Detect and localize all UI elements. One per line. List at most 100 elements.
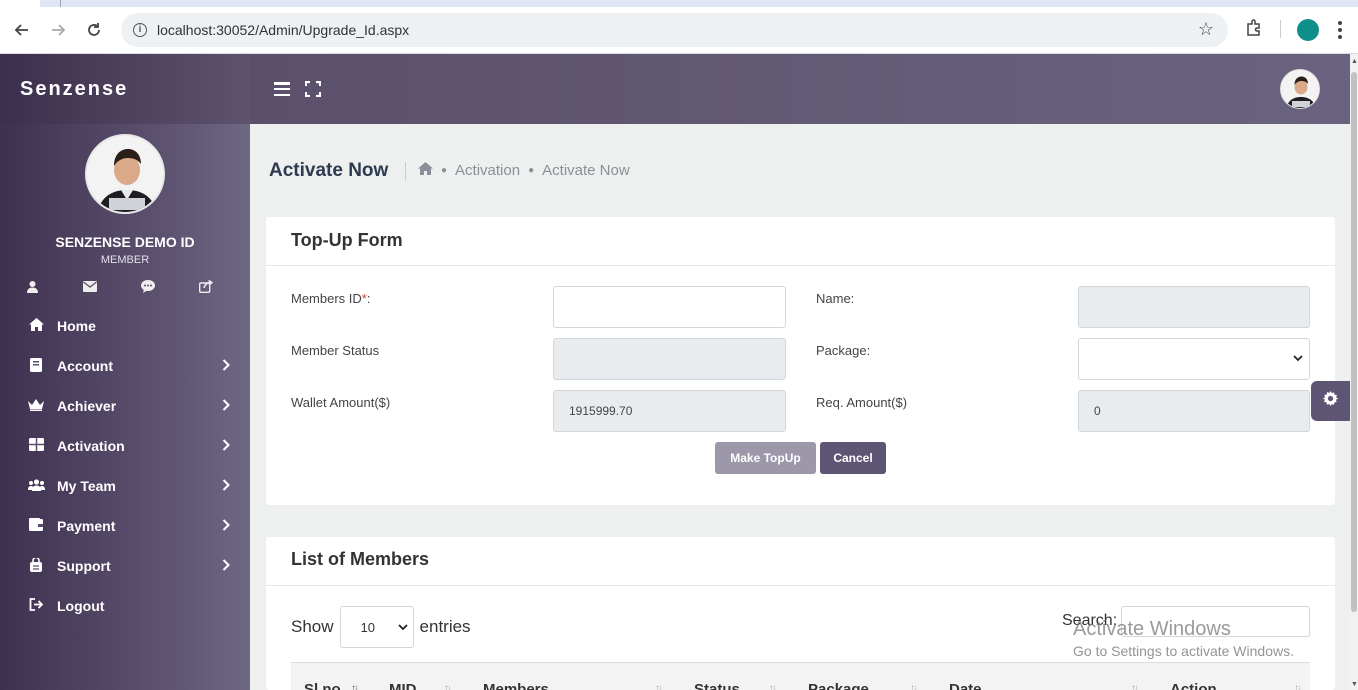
- members-id-input[interactable]: [553, 286, 786, 328]
- chevron-down-icon: [397, 620, 408, 634]
- page-scrollbar[interactable]: ▲ ▼: [1350, 54, 1358, 690]
- browser-menu-icon[interactable]: [1333, 19, 1347, 41]
- active-tab[interactable]: [0, 0, 40, 7]
- breadcrumb-item[interactable]: Activation: [455, 162, 520, 179]
- top-header: [250, 54, 1350, 124]
- sidebar-item-label: Logout: [57, 598, 105, 614]
- page-size-value: 10: [360, 619, 375, 635]
- sort-icon[interactable]: ↑↓: [1294, 683, 1302, 690]
- breadcrumb-separator: ●: [441, 165, 448, 176]
- sidebar-item-label: Home: [57, 318, 96, 334]
- browser-toolbar: i localhost:30052/Admin/Upgrade_Id.aspx …: [0, 0, 1358, 54]
- home-icon: [28, 318, 44, 334]
- sidebar-item-label: Activation: [57, 438, 125, 454]
- toolbar-separator: [1280, 20, 1281, 38]
- support-icon: [28, 556, 44, 575]
- back-icon[interactable]: [11, 19, 33, 41]
- column-header-action[interactable]: Action: [1170, 681, 1217, 690]
- sidebar-item-home[interactable]: Home: [0, 306, 250, 346]
- sidebar-item-label: Payment: [57, 518, 116, 534]
- sidebar-item-support[interactable]: Support: [0, 546, 250, 586]
- req-amount-input: 0: [1078, 390, 1310, 432]
- sidebar-item-my-team[interactable]: My Team: [0, 466, 250, 506]
- package-select[interactable]: [1078, 338, 1310, 380]
- sidebar-item-activation[interactable]: Activation: [0, 426, 250, 466]
- members-id-label-text: Members ID: [291, 291, 362, 306]
- bookmark-star-icon[interactable]: ☆: [1198, 19, 1214, 40]
- sort-icon[interactable]: ↑↓: [1131, 683, 1139, 690]
- chevron-right-icon: [222, 558, 230, 574]
- address-bar[interactable]: i localhost:30052/Admin/Upgrade_Id.aspx …: [121, 13, 1228, 47]
- column-header-date[interactable]: Date: [949, 681, 982, 690]
- sort-icon[interactable]: ↑↓: [444, 683, 452, 690]
- column-header-slno[interactable]: Sl.no.: [304, 681, 345, 690]
- sort-icon[interactable]: ↑↓: [351, 683, 359, 690]
- sidebar-item-logout[interactable]: Logout: [0, 586, 250, 626]
- chevron-right-icon: [222, 478, 230, 494]
- mail-icon[interactable]: [82, 278, 98, 294]
- scrollbar-thumb[interactable]: [1351, 72, 1357, 612]
- brand-logo[interactable]: Senzense: [0, 54, 250, 124]
- reload-icon[interactable]: [83, 19, 105, 41]
- fullscreen-icon[interactable]: [304, 80, 322, 98]
- sidebar-item-payment[interactable]: Payment: [0, 506, 250, 546]
- chevron-right-icon: [222, 358, 230, 374]
- breadcrumb: ● Activation ● Activate Now: [418, 162, 630, 179]
- sort-icon[interactable]: ↑↓: [769, 683, 777, 690]
- logout-icon: [28, 598, 44, 614]
- card-title: List of Members: [291, 549, 430, 569]
- breadcrumb-separator: ●: [528, 165, 535, 176]
- sort-icon[interactable]: ↑↓: [910, 683, 918, 690]
- crown-icon: [28, 398, 44, 414]
- forward-icon[interactable]: [47, 19, 69, 41]
- card-divider: [266, 585, 1335, 586]
- sidebar-item-achiever[interactable]: Achiever: [0, 386, 250, 426]
- make-topup-button[interactable]: Make TopUp: [715, 442, 816, 474]
- sort-icon[interactable]: ↑↓: [655, 683, 663, 690]
- breadcrumb-divider: [405, 162, 406, 180]
- activation-watermark-title: Activate Windows: [1073, 618, 1231, 640]
- scroll-up-icon[interactable]: ▲: [1351, 58, 1358, 65]
- page-title: Activate Now: [269, 160, 389, 181]
- page-size-select[interactable]: 10: [339, 606, 414, 648]
- entries-label: entries: [419, 617, 471, 636]
- sidebar-item-account[interactable]: Account: [0, 346, 250, 386]
- browser-profile-icon[interactable]: [1297, 19, 1319, 41]
- cancel-button[interactable]: Cancel: [820, 442, 886, 474]
- package-label: Package:: [816, 343, 871, 358]
- header-avatar[interactable]: [1280, 69, 1320, 109]
- settings-gear-button[interactable]: [1311, 381, 1350, 421]
- column-header-members[interactable]: Members: [483, 681, 549, 690]
- url-text[interactable]: localhost:30052/Admin/Upgrade_Id.aspx: [157, 22, 409, 38]
- sidebar-item-label: Achiever: [57, 398, 117, 414]
- sidebar-avatar[interactable]: [85, 134, 165, 214]
- info-icon[interactable]: i: [133, 23, 147, 37]
- share-icon[interactable]: [198, 278, 214, 294]
- card-divider: [266, 265, 1335, 266]
- menu-toggle-icon[interactable]: [274, 82, 290, 96]
- chevron-down-icon: [1293, 351, 1303, 365]
- book-icon: [28, 357, 44, 375]
- column-header-package[interactable]: Package: [808, 681, 869, 690]
- column-header-status[interactable]: Status: [694, 681, 740, 690]
- scroll-down-icon[interactable]: ▼: [1351, 681, 1358, 688]
- activation-watermark-subtitle: Go to Settings to activate Windows.: [1073, 643, 1294, 659]
- sidebar-item-label: Support: [57, 558, 111, 574]
- members-id-label: Members ID*:: [291, 291, 370, 306]
- column-header-mid[interactable]: MID: [389, 681, 417, 690]
- sidebar-menu: Home Account Achiever Activation My Team…: [0, 306, 250, 626]
- members-table-header: Sl.no. ↑↓ MID ↑↓ Members ↑↓ Status ↑↓ Pa…: [291, 662, 1310, 690]
- wallet-amount-label: Wallet Amount($): [291, 395, 391, 410]
- name-input: [1078, 286, 1310, 328]
- home-icon[interactable]: [418, 162, 433, 179]
- profile-icon[interactable]: [24, 278, 40, 294]
- chevron-right-icon: [222, 398, 230, 414]
- user-role: MEMBER: [100, 254, 150, 266]
- extensions-icon[interactable]: [1244, 18, 1264, 38]
- chat-icon[interactable]: [140, 278, 156, 294]
- chevron-right-icon: [222, 438, 230, 454]
- member-status-input: [553, 338, 786, 380]
- entries-control: Show 10 entries: [291, 606, 471, 648]
- wallet-icon: [28, 518, 44, 534]
- chevron-right-icon: [222, 518, 230, 534]
